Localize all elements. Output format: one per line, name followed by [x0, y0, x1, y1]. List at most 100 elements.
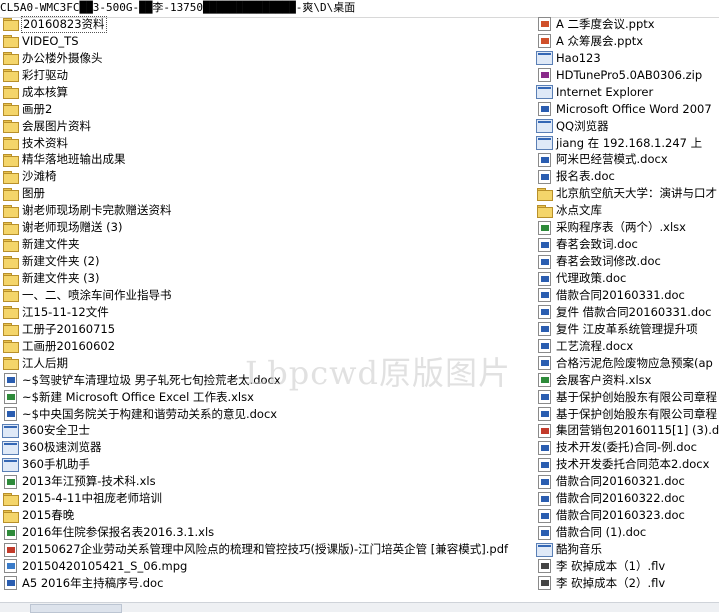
file-item[interactable]: QQ浏览器: [536, 118, 719, 135]
file-item[interactable]: 报名表.doc: [536, 168, 719, 185]
file-item[interactable]: 360手机助手: [2, 456, 530, 473]
item-label: 基于保护创始股东有限公司章程: [556, 389, 717, 404]
file-item[interactable]: ~$驾驶铲车清理垃圾 男子轧死七旬捡荒老太.docx: [2, 372, 530, 389]
item-label: 画册2: [22, 101, 53, 116]
file-item[interactable]: ~$新建 Microsoft Office Excel 工作表.xlsx: [2, 389, 530, 406]
file-item[interactable]: 李 砍掉成本（2）.flv: [536, 575, 719, 592]
folder-item[interactable]: 谢老师现场赠送 (3): [2, 219, 530, 236]
folder-item[interactable]: 图册: [2, 185, 530, 202]
file-item[interactable]: 借款合同 (1).doc: [536, 524, 719, 541]
file-item[interactable]: 复件 借款合同20160331.doc: [536, 304, 719, 321]
folder-item[interactable]: 2015-4-11中祖庞老师培训: [2, 490, 530, 507]
folder-item[interactable]: VIDEO_TS: [2, 33, 530, 50]
file-icon: [4, 576, 17, 591]
file-item[interactable]: 借款合同20160331.doc: [536, 287, 719, 304]
file-item[interactable]: 集团营销包20160115[1] (3).d: [536, 423, 719, 440]
file-item[interactable]: 基于保护创始股东有限公司章程: [536, 406, 719, 423]
folder-item[interactable]: 新建文件夹 (3): [2, 270, 530, 287]
folder-item[interactable]: 一、二、喷涂车间作业指导书: [2, 287, 530, 304]
folder-item[interactable]: 20160823资料: [2, 16, 530, 33]
file-item[interactable]: jiang 在 192.168.1.247 上: [536, 135, 719, 152]
folder-item[interactable]: 沙滩椅: [2, 168, 530, 185]
file-item[interactable]: 20150420105421_S_06.mpg: [2, 558, 530, 575]
file-item[interactable]: 会展客户资料.xlsx: [536, 372, 719, 389]
folder-item[interactable]: 谢老师现场刷卡完款赠送资料: [2, 202, 530, 219]
file-item[interactable]: A 二季度会议.pptx: [536, 16, 719, 33]
folder-item[interactable]: 会展图片资料: [2, 118, 530, 135]
folder-icon: [536, 204, 553, 218]
file-item[interactable]: 借款合同20160321.doc: [536, 473, 719, 490]
left-file-column: 20160823资料 VIDEO_TS 办公楼外摄像头彩打驱动 成本核算 画册2 会展图片…: [2, 16, 530, 592]
folder-item[interactable]: 江15-11-12文件: [2, 304, 530, 321]
file-item[interactable]: Microsoft Office Word 2007: [536, 101, 719, 118]
item-label: ~$新建 Microsoft Office Excel 工作表.xlsx: [22, 389, 254, 404]
item-label: 借款合同20160322.doc: [556, 491, 685, 506]
item-label: 工艺流程.docx: [556, 338, 634, 353]
folder-item[interactable]: 彩打驱动: [2, 67, 530, 84]
item-label: 北京航空航天大学：演讲与口才: [556, 186, 717, 201]
file-item[interactable]: ~$中央国务院关于构建和谐劳动关系的意见.docx: [2, 406, 530, 423]
item-label: Hao123: [556, 50, 601, 65]
file-item[interactable]: 春茗会致词.doc: [536, 236, 719, 253]
file-item[interactable]: 代理政策.doc: [536, 270, 719, 287]
file-item[interactable]: 基于保护创始股东有限公司章程: [536, 389, 719, 406]
folder-item[interactable]: 技术资料: [2, 135, 530, 152]
folder-item[interactable]: 工画册20160602: [2, 338, 530, 355]
horizontal-scrollbar[interactable]: [30, 604, 122, 613]
folder-item[interactable]: 北京航空航天大学：演讲与口才: [536, 185, 719, 202]
file-item[interactable]: 360极速浏览器: [2, 439, 530, 456]
folder-item[interactable]: 2015春晚: [2, 507, 530, 524]
folder-item[interactable]: 新建文件夹: [2, 236, 530, 253]
shortcut-icon: [2, 457, 19, 472]
folder-icon: [2, 187, 19, 201]
file-item[interactable]: 360安全卫士: [2, 423, 530, 440]
folder-item[interactable]: 新建文件夹 (2): [2, 253, 530, 270]
file-item[interactable]: 李 砍掉成本（1）.flv: [536, 558, 719, 575]
file-item[interactable]: 2013年江预算-技术科.xls: [2, 473, 530, 490]
file-item[interactable]: 20150627企业劳动关系管理中风险点的梳理和管控技巧(授课版)-江门培英企管…: [2, 541, 530, 558]
file-item[interactable]: 借款合同20160322.doc: [536, 490, 719, 507]
file-icon: [538, 525, 551, 540]
folder-icon: [2, 509, 19, 523]
folder-item[interactable]: 成本核算: [2, 84, 530, 101]
folder-icon: [2, 356, 19, 371]
folder-item[interactable]: 精华落地班输出成果: [2, 152, 530, 169]
item-label: 复件 借款合同20160331.doc: [556, 304, 712, 319]
item-label: 集团营销包20160115[1] (3).d: [556, 423, 719, 438]
file-item[interactable]: Internet Explorer: [536, 84, 719, 101]
folder-item[interactable]: 江人后期: [2, 355, 530, 372]
item-label: 一、二、喷涂车间作业指导书: [22, 287, 172, 302]
file-item[interactable]: 技术开发(委托)合同-例.doc: [536, 439, 719, 456]
file-item[interactable]: 复件 江皮革系统管理提升项: [536, 321, 719, 338]
item-label: 江15-11-12文件: [22, 304, 109, 319]
file-item[interactable]: 技术开发委托合同范本2.docx: [536, 456, 719, 473]
file-icon: [4, 373, 17, 388]
shortcut-icon: [536, 136, 553, 151]
file-item[interactable]: 阿米巴经营模式.docx: [536, 152, 719, 169]
file-item[interactable]: 工艺流程.docx: [536, 338, 719, 355]
file-item[interactable]: 春茗会致词修改.doc: [536, 253, 719, 270]
folder-item[interactable]: 办公楼外摄像头: [2, 50, 530, 67]
file-item[interactable]: 借款合同20160323.doc: [536, 507, 719, 524]
right-file-column: A 二季度会议.pptx A 众筹展会.pptx Hao123 HDTunePro5.…: [536, 16, 719, 592]
file-icon: [538, 356, 551, 371]
file-item[interactable]: 2016年住院参保报名表2016.3.1.xls: [2, 524, 530, 541]
file-item[interactable]: 采购程序表（两个）.xlsx: [536, 219, 719, 236]
folder-item[interactable]: 画册2: [2, 101, 530, 118]
file-item[interactable]: HDTunePro5.0AB0306.zip: [536, 67, 719, 84]
file-item[interactable]: 酷狗音乐: [536, 541, 719, 558]
folder-icon: [2, 102, 19, 117]
file-item[interactable]: 合格污泥危险废物应急预案(ap: [536, 355, 719, 372]
file-icon: [538, 423, 551, 438]
file-item[interactable]: A 众筹展会.pptx: [536, 33, 719, 50]
folder-item[interactable]: 冰点文库: [536, 202, 719, 219]
file-item[interactable]: A5 2016年主持稿序号.doc: [2, 575, 530, 592]
item-label: 李 砍掉成本（1）.flv: [556, 558, 666, 573]
item-label: 办公楼外摄像头: [22, 50, 103, 65]
file-icon: [538, 17, 551, 32]
folder-item[interactable]: 工册子20160715: [2, 321, 530, 338]
item-label: 20160823资料: [21, 16, 107, 33]
folder-icon: [2, 204, 19, 218]
file-item[interactable]: Hao123: [536, 50, 719, 67]
item-label: 20150420105421_S_06.mpg: [22, 558, 188, 573]
